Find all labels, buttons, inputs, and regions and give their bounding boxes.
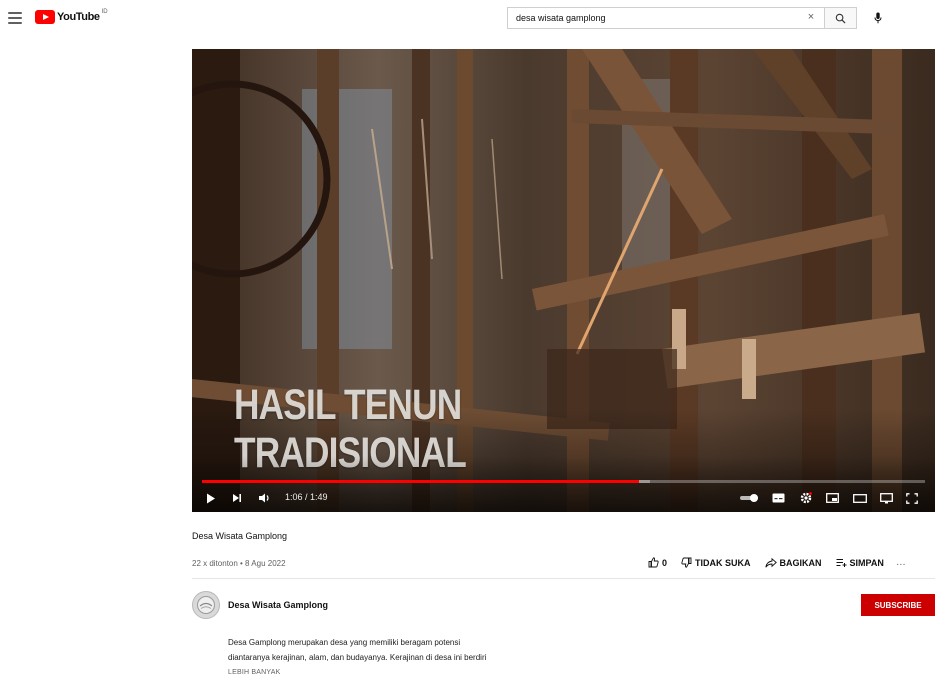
cast-icon: [879, 492, 893, 503]
channel-logo-icon: [197, 596, 215, 614]
save-label: SIMPAN: [849, 557, 884, 568]
progress-played: [202, 480, 640, 483]
subscribe-button[interactable]: SUBSCRIBE: [861, 594, 935, 616]
autoplay-toggle[interactable]: [738, 490, 762, 506]
volume-icon: [259, 493, 269, 503]
more-actions-icon[interactable]: …: [896, 557, 906, 568]
share-icon: [764, 557, 777, 567]
search-input[interactable]: [507, 7, 824, 29]
play-icon: [207, 493, 215, 503]
dislike-label: TIDAK SUKA: [695, 557, 751, 568]
search-button[interactable]: [824, 7, 857, 29]
settings-button[interactable]: [798, 490, 814, 506]
save-to-playlist-icon: [836, 559, 847, 567]
subtitles-icon: [772, 493, 784, 503]
save-button[interactable]: SIMPAN: [836, 558, 884, 568]
share-button[interactable]: BAGIKAN: [764, 557, 822, 568]
overlay-line-1: HASIL TENUN: [234, 381, 462, 429]
progress-bar[interactable]: [202, 480, 925, 483]
share-label: BAGIKAN: [779, 557, 822, 568]
menu-icon[interactable]: [8, 12, 22, 24]
like-button[interactable]: 0: [648, 557, 667, 568]
logo-text: YouTube: [57, 11, 100, 23]
volume-button[interactable]: [258, 490, 272, 506]
miniplayer-button[interactable]: [824, 490, 840, 506]
like-count: 0: [662, 557, 668, 568]
dislike-button[interactable]: TIDAK SUKA: [681, 557, 751, 568]
region-code: ID: [101, 9, 108, 15]
next-icon: [233, 494, 241, 502]
clear-search-icon[interactable]: ×: [804, 11, 818, 23]
thumbs-up-icon: [648, 557, 659, 568]
theater-mode-button[interactable]: [852, 490, 868, 506]
search-bar: ×: [507, 7, 885, 29]
channel-avatar[interactable]: [192, 591, 220, 619]
video-description: Desa Gamplong merupakan desa yang memili…: [228, 631, 648, 669]
autoplay-toggle-icon: [740, 494, 758, 502]
voice-search-button[interactable]: [871, 7, 885, 29]
video-meta: 22 x ditonton • 8 Agu 2022: [192, 559, 286, 568]
mic-icon: [874, 12, 882, 24]
search-icon: [835, 13, 846, 24]
video-actions: 0 TIDAK SUKA BAGIKAN SIMPAN …: [648, 557, 906, 568]
subtitles-button[interactable]: [770, 490, 786, 506]
youtube-logo[interactable]: YouTube ID: [35, 9, 108, 24]
section-divider: [192, 578, 935, 579]
next-button[interactable]: [230, 490, 244, 506]
settings-icon: [800, 492, 812, 504]
show-more-button[interactable]: LEBIH BANYAK: [228, 669, 280, 676]
fullscreen-button[interactable]: [904, 490, 920, 506]
miniplayer-icon: [825, 493, 839, 503]
thumbs-down-icon: [681, 557, 692, 568]
cast-button[interactable]: [878, 490, 894, 506]
top-bar: YouTube ID ×: [0, 0, 935, 40]
time-display: 1:06 / 1:49: [285, 492, 328, 502]
channel-name[interactable]: Desa Wisata Gamplong: [228, 600, 328, 610]
fullscreen-icon: [906, 492, 918, 504]
video-title: Desa Wisata Gamplong: [192, 531, 288, 541]
description-line-2: diantaranya kerajinan, alam, dan budayan…: [228, 653, 487, 662]
youtube-logo-icon: [35, 10, 55, 24]
theater-icon: [853, 493, 867, 503]
video-player[interactable]: HASIL TENUN TRADISIONAL 1:06 / 1:49: [192, 49, 935, 512]
play-button[interactable]: [204, 490, 218, 506]
